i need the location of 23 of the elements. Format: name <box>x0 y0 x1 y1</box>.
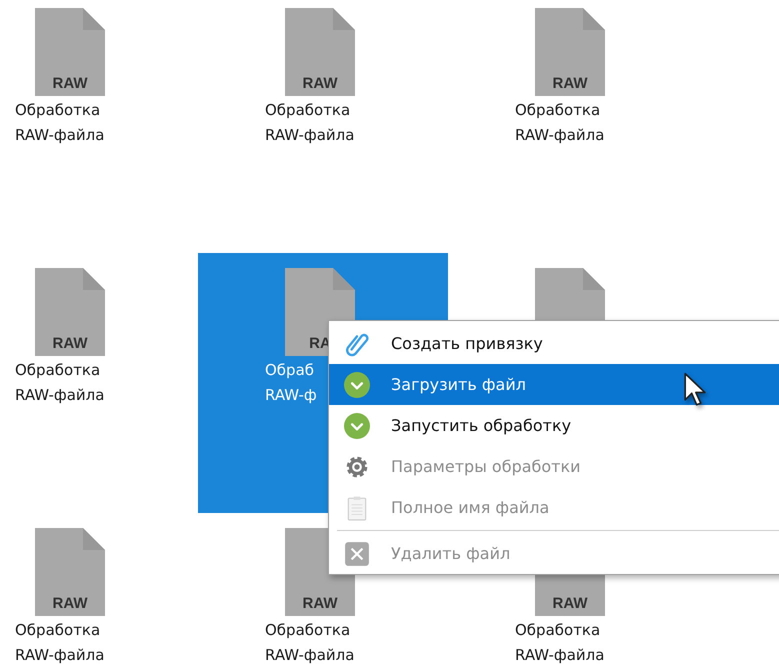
file-name: RAW-файла <box>265 645 354 666</box>
file-name: Обработка <box>265 620 350 641</box>
file-type-label: RAW <box>302 595 338 612</box>
file-name: Обработка <box>15 100 100 121</box>
file-name: Обработка <box>15 620 100 641</box>
file-name: RAW-файла <box>15 125 104 146</box>
file-name: RAW-файла <box>515 645 604 666</box>
file-type-label: RAW <box>52 75 88 92</box>
file-name: Обраб <box>265 360 314 381</box>
file-name: RAW-файла <box>15 645 104 666</box>
file-name: RAW-файла <box>515 125 604 146</box>
file-name: RAW-файла <box>15 385 104 406</box>
file-type-label: RAW <box>552 595 588 612</box>
file-type-label: RAW <box>52 335 88 352</box>
file-name: RAW-файла <box>265 125 354 146</box>
file-name: Обработка <box>265 100 350 121</box>
file-name: Обработка <box>515 100 600 121</box>
file-name: RAW-ф <box>265 385 317 406</box>
file-type-label: RAW <box>52 595 88 612</box>
file-name: Обработка <box>15 360 100 381</box>
file-type-label: RAW <box>302 75 338 92</box>
file-type-label: RAW <box>552 75 588 92</box>
file-name: Обработка <box>515 620 600 641</box>
